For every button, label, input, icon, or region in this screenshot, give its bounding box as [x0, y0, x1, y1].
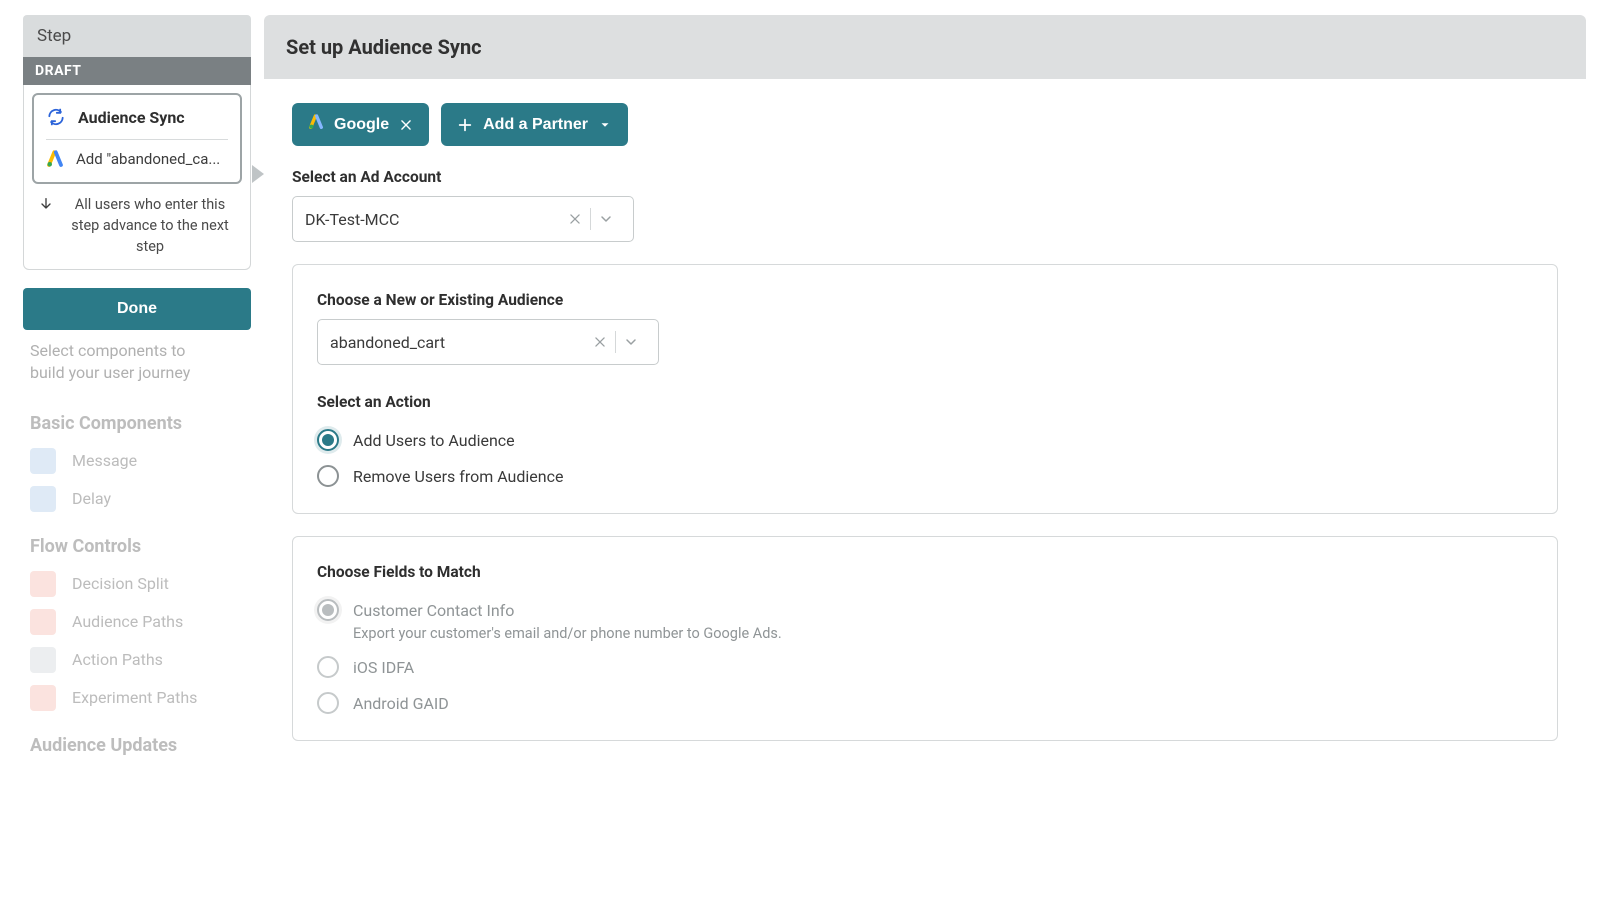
- connector-arrow-icon: [252, 165, 264, 183]
- clear-icon[interactable]: [560, 204, 590, 234]
- audience-select[interactable]: abandoned_cart: [317, 319, 659, 365]
- chevron-down-icon[interactable]: [591, 204, 621, 234]
- audience-card: Choose a New or Existing Audience abando…: [292, 264, 1558, 514]
- audience-value: abandoned_cart: [330, 333, 445, 352]
- ad-account-value: DK-Test-MCC: [305, 210, 399, 229]
- partner-pill-row: Google Add a Partner: [292, 103, 1558, 146]
- radio-contact-label: Customer Contact Info: [353, 601, 514, 620]
- radio-contact-desc: Export your customer's email and/or phon…: [353, 625, 1533, 642]
- field-idfa-row: iOS IDFA: [317, 656, 1533, 678]
- main-body: Google Add a Partner Select an Ad Accoun…: [264, 79, 1586, 765]
- select-controls: [585, 327, 646, 357]
- page-title: Set up Audience Sync: [286, 35, 1564, 59]
- select-controls: [560, 204, 621, 234]
- step-header: Step: [23, 15, 251, 57]
- overlay: Step DRAFT Audience Sync Add "abandoned_…: [0, 0, 1600, 922]
- radio-gaid: [317, 692, 339, 714]
- google-ads-icon: [308, 114, 324, 135]
- status-badge: DRAFT: [23, 57, 251, 85]
- field-gaid-row: Android GAID: [317, 692, 1533, 714]
- close-icon[interactable]: [399, 118, 413, 132]
- partner-pill-label: Google: [334, 116, 389, 134]
- google-ads-icon: [46, 150, 64, 168]
- action-remove-row[interactable]: Remove Users from Audience: [317, 465, 1533, 487]
- radio-idfa: [317, 656, 339, 678]
- sync-icon: [46, 107, 66, 127]
- arrow-down-icon: [38, 196, 54, 212]
- step-substep-row[interactable]: Add "abandoned_ca...: [46, 150, 228, 168]
- radio-idfa-label: iOS IDFA: [353, 658, 414, 677]
- main-panel: Set up Audience Sync Google Ad: [264, 15, 1586, 908]
- radio-remove-users-label: Remove Users from Audience: [353, 467, 563, 486]
- step-title-row: Audience Sync: [46, 107, 228, 127]
- action-add-row[interactable]: Add Users to Audience: [317, 429, 1533, 451]
- main-header: Set up Audience Sync: [264, 15, 1586, 79]
- step-title: Audience Sync: [78, 108, 185, 127]
- ad-account-label: Select an Ad Account: [292, 168, 1558, 186]
- clear-icon[interactable]: [585, 327, 615, 357]
- chevron-down-icon[interactable]: [616, 327, 646, 357]
- plus-icon: [457, 117, 473, 133]
- caret-down-icon: [598, 118, 612, 132]
- divider: [46, 139, 228, 140]
- advance-note: All users who enter this step advance to…: [32, 184, 242, 261]
- add-partner-label: Add a Partner: [483, 116, 588, 134]
- step-substep-label: Add "abandoned_ca...: [76, 150, 220, 168]
- action-label: Select an Action: [317, 393, 1533, 411]
- add-partner-button[interactable]: Add a Partner: [441, 103, 628, 146]
- fields-label: Choose Fields to Match: [317, 563, 1533, 581]
- field-contact-row: Customer Contact Info: [317, 599, 1533, 621]
- advance-text: All users who enter this step advance to…: [64, 194, 236, 257]
- ad-account-select[interactable]: DK-Test-MCC: [292, 196, 634, 242]
- step-panel: Step DRAFT Audience Sync Add "abandoned_…: [23, 15, 251, 330]
- done-button[interactable]: Done: [23, 288, 251, 330]
- audience-label: Choose a New or Existing Audience: [317, 291, 1533, 309]
- fields-card: Choose Fields to Match Customer Contact …: [292, 536, 1558, 741]
- radio-contact-info: [317, 599, 339, 621]
- partner-pill-google[interactable]: Google: [292, 103, 429, 146]
- radio-add-users-label: Add Users to Audience: [353, 431, 515, 450]
- step-card: Audience Sync Add "abandoned_ca... All u…: [23, 85, 251, 270]
- radio-gaid-label: Android GAID: [353, 694, 449, 713]
- radio-remove-users[interactable]: [317, 465, 339, 487]
- radio-add-users[interactable]: [317, 429, 339, 451]
- step-card-inner[interactable]: Audience Sync Add "abandoned_ca...: [32, 93, 242, 184]
